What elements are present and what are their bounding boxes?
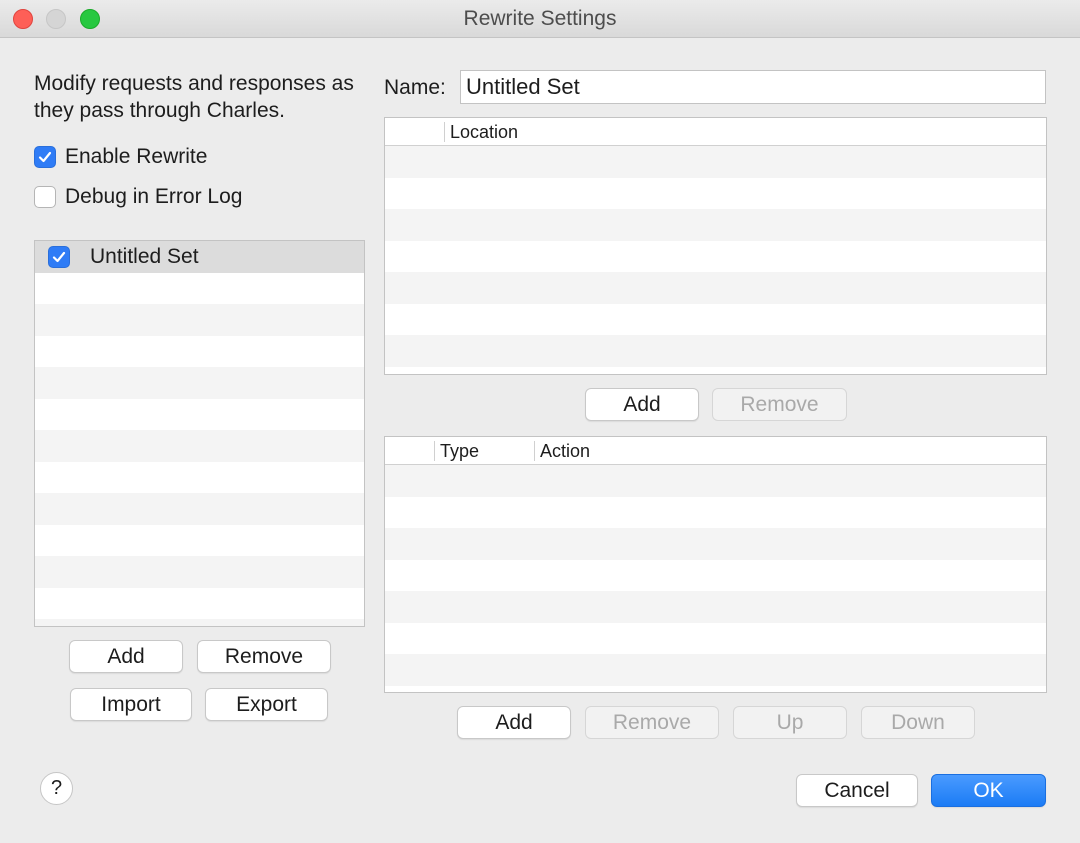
locations-table[interactable]: Location	[384, 117, 1047, 375]
remove-rule-button[interactable]: Remove	[585, 706, 719, 739]
move-up-button[interactable]: Up	[733, 706, 847, 739]
column-header-action[interactable]: Action	[534, 441, 590, 461]
checkmark-icon	[38, 151, 52, 163]
enable-rewrite-checkbox[interactable]	[34, 146, 56, 168]
cancel-button[interactable]: Cancel	[796, 774, 918, 807]
ok-button[interactable]: OK	[931, 774, 1046, 807]
title-bar: Rewrite Settings	[0, 0, 1080, 38]
rewrite-sets-list[interactable]: Untitled Set	[34, 240, 365, 627]
name-input[interactable]: Untitled Set	[460, 70, 1046, 104]
set-enabled-checkbox[interactable]	[48, 246, 70, 268]
column-header-location[interactable]: Location	[444, 122, 518, 142]
window-title: Rewrite Settings	[463, 7, 617, 30]
remove-set-button[interactable]: Remove	[197, 640, 331, 673]
import-button[interactable]: Import	[70, 688, 192, 721]
set-name-label: Untitled Set	[90, 245, 199, 268]
help-button[interactable]: ?	[40, 772, 73, 805]
column-header-type[interactable]: Type	[434, 441, 479, 461]
rules-table[interactable]: Type Action	[384, 436, 1047, 693]
add-set-button[interactable]: Add	[69, 640, 183, 673]
debug-log-checkbox[interactable]	[34, 186, 56, 208]
list-item[interactable]: Untitled Set	[35, 241, 364, 273]
enable-rewrite-label: Enable Rewrite	[65, 145, 208, 168]
export-button[interactable]: Export	[205, 688, 328, 721]
move-down-button[interactable]: Down	[861, 706, 975, 739]
remove-location-button[interactable]: Remove	[712, 388, 847, 421]
rewrite-settings-window: Rewrite Settings Modify requests and res…	[0, 0, 1080, 843]
add-location-button[interactable]: Add	[585, 388, 699, 421]
add-rule-button[interactable]: Add	[457, 706, 571, 739]
name-label: Name:	[384, 76, 446, 99]
debug-log-checkbox-row[interactable]: Debug in Error Log	[34, 185, 242, 209]
rules-table-header: Type Action	[385, 437, 1046, 465]
debug-log-label: Debug in Error Log	[65, 185, 243, 208]
enable-rewrite-checkbox-row[interactable]: Enable Rewrite	[34, 145, 207, 169]
locations-table-header: Location	[385, 118, 1046, 146]
checkmark-icon	[52, 251, 66, 263]
description-text: Modify requests and responses as they pa…	[34, 72, 354, 122]
